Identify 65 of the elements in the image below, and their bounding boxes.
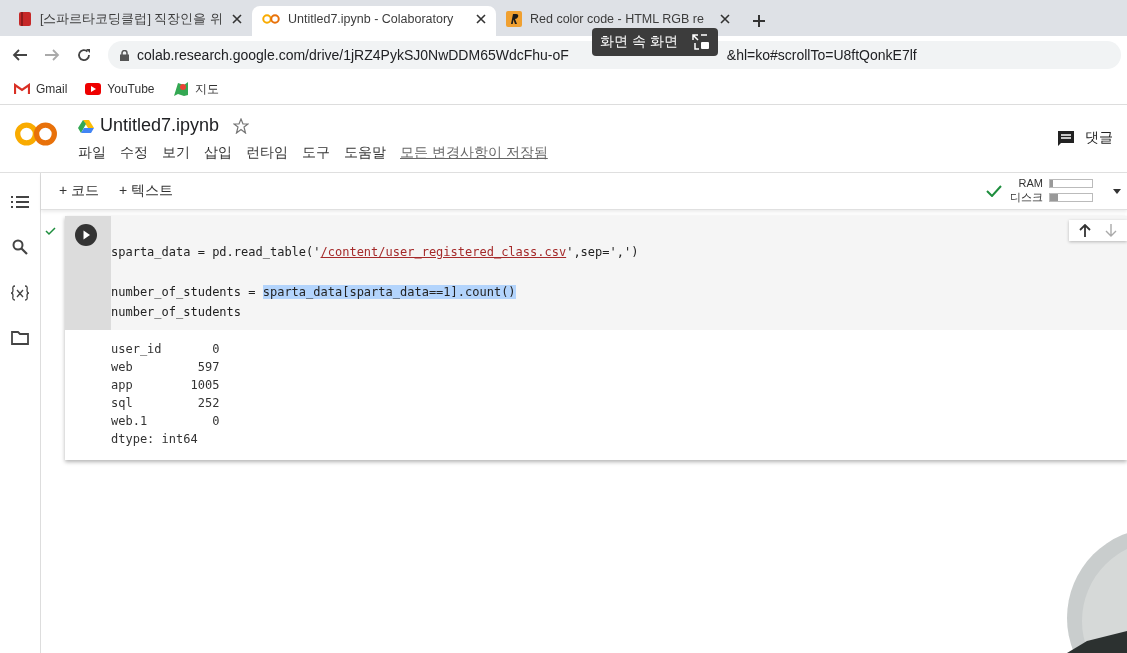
- menu-item[interactable]: 파일: [78, 144, 106, 162]
- run-button[interactable]: [75, 224, 97, 246]
- bookmark[interactable]: YouTube: [85, 82, 155, 96]
- reload-icon[interactable]: [76, 47, 92, 63]
- menu-item[interactable]: 도구: [302, 144, 330, 162]
- bookmark[interactable]: 지도: [172, 80, 219, 98]
- drive-icon: [78, 118, 94, 133]
- tab-title: Red color code - HTML RGB re: [530, 12, 705, 26]
- lock-icon: [120, 49, 129, 61]
- selected-code: sparta_data[sparta_data==1].count(): [262, 285, 516, 299]
- code-link[interactable]: /content/user_registered_class.csv: [320, 245, 567, 259]
- ram-label: RAM: [1018, 177, 1043, 189]
- map-icon: [172, 81, 189, 97]
- comment-button[interactable]: 댓글: [1057, 129, 1113, 147]
- save-status-link[interactable]: 모든 변경사항이 저장됨: [400, 144, 548, 162]
- browser-tab[interactable]: Untitled7.ipynb - Colaboratory: [252, 6, 496, 36]
- output-line: dtype: int64: [111, 431, 199, 448]
- back-icon[interactable]: [12, 47, 28, 63]
- menu-item[interactable]: 런타임: [246, 144, 288, 162]
- bookmark[interactable]: Gmail: [14, 82, 68, 96]
- url-text: colab.research.google.com/drive/1jRZ4PykSJ0NwDDM65WdcFhu-oF: [137, 47, 569, 63]
- star-icon[interactable]: [233, 117, 250, 134]
- resource-monitor[interactable]: RAM 디스크: [1010, 177, 1093, 205]
- variables-icon[interactable]: [10, 285, 30, 301]
- dropdown-icon[interactable]: [1113, 188, 1121, 194]
- search-icon[interactable]: [12, 239, 28, 255]
- picture-in-picture-icon: [691, 34, 710, 50]
- new-tab-icon[interactable]: [752, 14, 766, 28]
- letter-logo-icon: [506, 11, 522, 27]
- menu-item[interactable]: 수정: [120, 144, 148, 162]
- notebook-title[interactable]: Untitled7.ipynb: [100, 115, 220, 136]
- code-text: sparta_data = pd.read_table(': [111, 245, 321, 259]
- toolbar-button[interactable]: + 텍스트: [119, 182, 174, 200]
- toolbar-button[interactable]: + 코드: [59, 182, 100, 200]
- play-icon: [85, 83, 102, 95]
- output-line: sql 252: [111, 395, 221, 412]
- output-line: web.1 0: [111, 413, 221, 430]
- code-text: number_of_students =: [111, 285, 257, 299]
- folder-icon[interactable]: [11, 331, 29, 345]
- list-icon[interactable]: [11, 195, 29, 209]
- browser-tab[interactable]: [스파르타코딩클럽] 직장인을 위: [8, 6, 252, 36]
- check-icon: [986, 185, 1002, 197]
- colab-logo: [14, 121, 58, 147]
- check-icon: [45, 227, 56, 236]
- browser-tab[interactable]: Red color code - HTML RGB re: [496, 6, 740, 36]
- close-icon[interactable]: [476, 14, 486, 24]
- tab-title: Untitled7.ipynb - Colaboratory: [288, 12, 455, 26]
- tab-title: [스파르타코딩클럽] 직장인을 위: [40, 10, 224, 28]
- code-text: ',sep=','): [566, 245, 639, 259]
- output-line: web 597: [111, 359, 221, 376]
- disk-label: 디스크: [1010, 190, 1043, 205]
- output-line: app 1005: [111, 377, 221, 394]
- book-icon: [18, 11, 32, 27]
- close-icon[interactable]: [720, 14, 730, 24]
- mail-icon: [14, 83, 30, 95]
- url-text: &hl=ko#scrollTo=U8ftQonkE7lf: [726, 47, 917, 63]
- output-line: user_id 0: [111, 341, 221, 358]
- arrow-up-icon[interactable]: [1079, 224, 1091, 237]
- close-icon[interactable]: [232, 14, 242, 24]
- comment-icon: [1057, 129, 1075, 147]
- code-text: number_of_students: [111, 305, 242, 319]
- colab-logo-icon: [262, 13, 280, 25]
- menu-item[interactable]: 보기: [162, 144, 190, 162]
- menu-item[interactable]: 도움말: [344, 144, 386, 162]
- menu-item[interactable]: 삽입: [204, 144, 232, 162]
